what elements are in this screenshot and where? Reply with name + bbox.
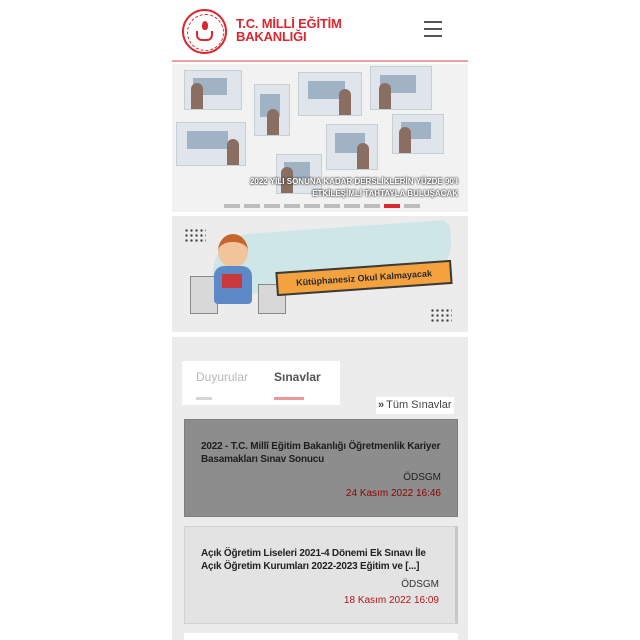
dot-pattern-icon bbox=[184, 228, 206, 244]
slider-dot[interactable] bbox=[324, 204, 340, 208]
exam-card-partial[interactable] bbox=[184, 633, 458, 640]
menu-bar bbox=[424, 35, 442, 37]
tab-duyurular[interactable]: Duyurular bbox=[196, 370, 249, 400]
menu-bar bbox=[424, 28, 442, 30]
exam-date: 24 Kasım 2022 16:46 bbox=[345, 488, 441, 499]
slide-photo bbox=[326, 124, 378, 170]
slider-dot[interactable] bbox=[244, 204, 260, 208]
slide-photo bbox=[392, 114, 444, 154]
tab-indicator bbox=[196, 397, 212, 400]
exam-date: 18 Kasım 2022 16:09 bbox=[343, 595, 439, 606]
slider-dot[interactable] bbox=[384, 204, 400, 208]
slider-dot[interactable] bbox=[404, 204, 420, 208]
logo-line-2: BAKANLIĞI bbox=[236, 29, 307, 44]
slide-caption[interactable]: 2022 YILI SONUNA KADAR DERSLİKLERİN YÜZD… bbox=[208, 176, 458, 200]
menu-bar bbox=[424, 21, 442, 23]
page: T.C. MİLLİ EĞİTİM BAKANLIĞI 2022 YILI SO… bbox=[172, 0, 468, 640]
site-header: T.C. MİLLİ EĞİTİM BAKANLIĞI bbox=[172, 0, 468, 62]
slider-dot[interactable] bbox=[364, 204, 380, 208]
announcements-exams-section: Duyurular Sınavlar » Tüm Sınavlar 2022 - … bbox=[172, 337, 468, 640]
red-book-icon bbox=[222, 274, 242, 288]
site-logo-text[interactable]: T.C. MİLLİ EĞİTİM BAKANLIĞI bbox=[236, 17, 342, 43]
exam-source: ÖDSGM bbox=[403, 472, 441, 483]
slider-dot[interactable] bbox=[264, 204, 280, 208]
double-chevron-right-icon: » bbox=[378, 399, 385, 411]
slide-photo bbox=[254, 84, 290, 136]
exam-title: Açık Öğretim Liseleri 2021-4 Dönemi Ek S… bbox=[201, 548, 426, 572]
slider-pagination bbox=[224, 204, 420, 208]
news-slider[interactable]: 2022 YILI SONUNA KADAR DERSLİKLERİN YÜZD… bbox=[172, 64, 468, 212]
slide-photo bbox=[298, 72, 362, 116]
exam-card[interactable]: Açık Öğretim Liseleri 2021-4 Dönemi Ek S… bbox=[184, 526, 458, 624]
book-icon bbox=[196, 31, 213, 41]
tab-sinavlar[interactable]: Sınavlar bbox=[274, 370, 321, 400]
slider-dot[interactable] bbox=[304, 204, 320, 208]
exam-source: ÖDSGM bbox=[401, 579, 439, 590]
exam-card[interactable]: 2022 - T.C. Millî Eğitim Bakanlığı Öğret… bbox=[184, 419, 458, 517]
tab-label: Duyurular bbox=[196, 370, 249, 384]
torch-flame-icon bbox=[202, 21, 208, 30]
slide-photo bbox=[184, 70, 242, 110]
meb-logo-seal-icon[interactable] bbox=[182, 9, 227, 54]
slide-photo bbox=[176, 122, 246, 166]
all-exams-link[interactable]: » Tüm Sınavlar bbox=[376, 397, 454, 414]
all-exams-label: Tüm Sınavlar bbox=[386, 399, 452, 411]
tab-label: Sınavlar bbox=[274, 370, 321, 384]
slide-photo bbox=[370, 66, 432, 110]
girl-reading-illustration bbox=[218, 234, 248, 268]
hamburger-menu-icon[interactable] bbox=[424, 21, 442, 37]
library-campaign-banner[interactable]: Kütüphanesiz Okul Kalmayacak bbox=[172, 216, 468, 332]
slider-dot[interactable] bbox=[344, 204, 360, 208]
tab-indicator bbox=[274, 397, 304, 400]
exam-title: 2022 - T.C. Millî Eğitim Bakanlığı Öğret… bbox=[201, 441, 441, 465]
dot-pattern-icon bbox=[430, 308, 452, 324]
slider-dot[interactable] bbox=[224, 204, 240, 208]
slider-dot[interactable] bbox=[284, 204, 300, 208]
tab-bar: Duyurular Sınavlar bbox=[182, 361, 340, 405]
